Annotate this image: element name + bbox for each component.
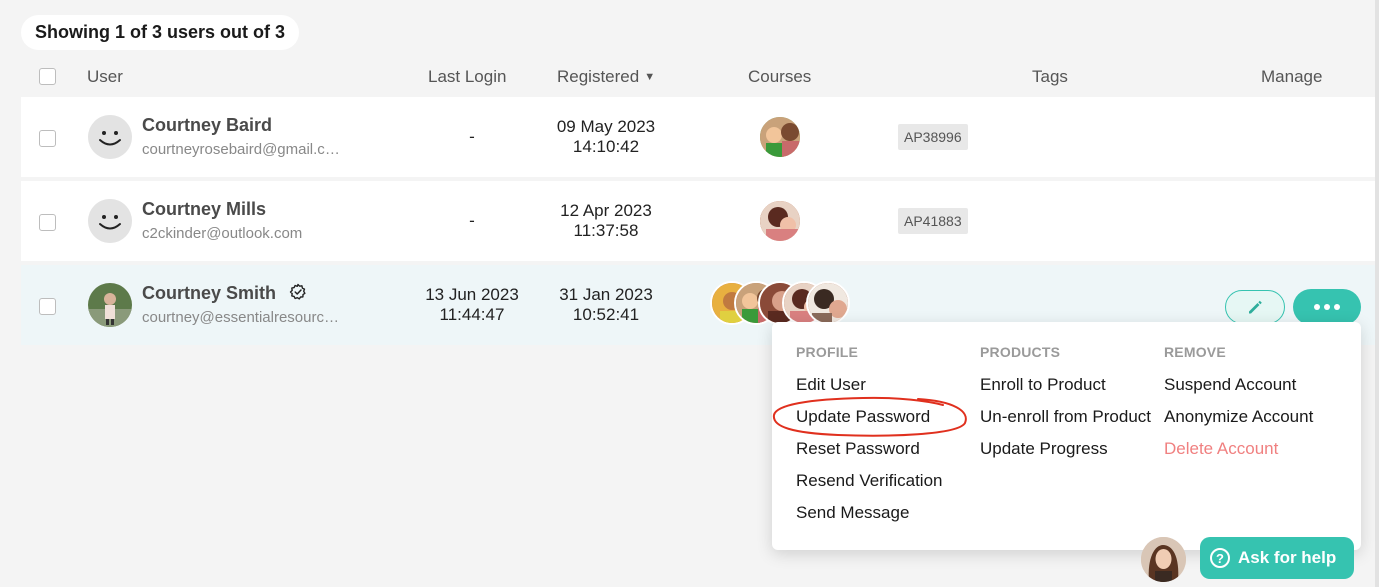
last-login-date-text: 13 Jun 2023 bbox=[425, 285, 519, 304]
table-header: User Last Login Registered ▼ Courses Tags… bbox=[21, 58, 1375, 96]
last-login: 13 Jun 2023 11:44:47 bbox=[412, 285, 532, 325]
menu-item-resend-verification[interactable]: Resend Verification bbox=[796, 470, 942, 502]
select-all-checkbox[interactable] bbox=[39, 68, 56, 85]
smiley-avatar bbox=[88, 115, 132, 159]
users-page: Showing 1 of 3 users out of 3 User Last … bbox=[0, 0, 1379, 587]
menu-item-send-message[interactable]: Send Message bbox=[796, 502, 942, 534]
menu-section-products: PRODUCTS Enroll to Product Un-enroll fro… bbox=[980, 344, 1151, 470]
more-dots-icon bbox=[1314, 304, 1320, 310]
menu-item-anonymize[interactable]: Anonymize Account bbox=[1164, 406, 1313, 438]
last-login: - bbox=[469, 211, 475, 230]
registered-time-text: 14:10:42 bbox=[572, 137, 640, 156]
menu-heading-remove: REMOVE bbox=[1164, 344, 1226, 360]
table-row[interactable]: Courtney Mills c2ckinder@outlook.com - 1… bbox=[21, 181, 1375, 261]
scroll-edge bbox=[1375, 0, 1379, 587]
registered-date-text: 09 May 2023 bbox=[556, 117, 656, 136]
column-user: User bbox=[87, 67, 123, 86]
registered-time-text: 11:37:58 bbox=[573, 221, 639, 240]
column-manage: Manage bbox=[1261, 67, 1323, 86]
user-tag: AP41883 bbox=[898, 208, 968, 234]
row-checkbox[interactable] bbox=[39, 130, 56, 147]
support-agent-avatar[interactable] bbox=[1141, 537, 1186, 582]
user-email: c2ckinder@outlook.com bbox=[142, 225, 303, 242]
registered-date-text: 12 Apr 2023 bbox=[560, 201, 652, 220]
user-email: courtney@essentialresources.com bbox=[142, 309, 342, 326]
user-name[interactable]: Courtney Smith bbox=[142, 283, 307, 304]
gear-badge-icon bbox=[289, 283, 306, 300]
pencil-icon bbox=[1249, 300, 1262, 314]
menu-section-profile: PROFILE Edit User Update Password Reset … bbox=[796, 344, 942, 534]
user-email: courtneyrosebaird@gmail.com bbox=[142, 141, 342, 158]
column-courses: Courses bbox=[748, 67, 812, 86]
user-name[interactable]: Courtney Baird bbox=[142, 115, 272, 136]
sort-desc-icon: ▼ bbox=[644, 71, 656, 83]
more-dots-icon bbox=[1324, 304, 1330, 310]
menu-item-reset-password[interactable]: Reset Password bbox=[796, 438, 942, 470]
column-registered-label: Registered bbox=[557, 67, 640, 86]
more-dots-icon bbox=[1334, 304, 1340, 310]
menu-heading-products: PRODUCTS bbox=[980, 344, 1061, 360]
menu-item-update-password[interactable]: Update Password bbox=[796, 406, 942, 438]
row-checkbox[interactable] bbox=[39, 298, 56, 315]
registered-date-text: 31 Jan 2023 bbox=[559, 285, 653, 304]
menu-item-enroll[interactable]: Enroll to Product bbox=[980, 374, 1151, 406]
registered-date: 09 May 2023 14:10:42 bbox=[546, 117, 666, 157]
photo-avatar bbox=[88, 283, 132, 327]
user-name-text: Courtney Smith bbox=[142, 283, 277, 303]
menu-heading-profile: PROFILE bbox=[796, 344, 859, 360]
question-circle-icon: ? bbox=[1210, 548, 1230, 568]
results-summary: Showing 1 of 3 users out of 3 bbox=[21, 15, 300, 50]
ask-for-help-label: Ask for help bbox=[1238, 548, 1337, 567]
registered-date: 31 Jan 2023 10:52:41 bbox=[546, 285, 666, 325]
menu-item-edit-user[interactable]: Edit User bbox=[796, 374, 942, 406]
row-checkbox[interactable] bbox=[39, 214, 56, 231]
last-login-time-text: 11:44:47 bbox=[439, 305, 505, 324]
menu-item-unenroll[interactable]: Un-enroll from Product bbox=[980, 406, 1151, 438]
actions-dropdown: PROFILE Edit User Update Password Reset … bbox=[772, 322, 1361, 550]
course-thumbnail[interactable] bbox=[806, 281, 850, 325]
column-tags: Tags bbox=[1032, 67, 1068, 86]
menu-item-update-progress[interactable]: Update Progress bbox=[980, 438, 1151, 470]
table-row[interactable]: Courtney Baird courtneyrosebaird@gmail.c… bbox=[21, 97, 1375, 177]
user-name[interactable]: Courtney Mills bbox=[142, 199, 266, 220]
course-thumbnail[interactable] bbox=[758, 115, 802, 159]
more-actions-button[interactable] bbox=[1293, 289, 1361, 325]
course-thumbnail[interactable] bbox=[758, 199, 802, 243]
menu-item-delete-account[interactable]: Delete Account bbox=[1164, 438, 1313, 470]
menu-section-remove: REMOVE Suspend Account Anonymize Account… bbox=[1164, 344, 1313, 470]
registered-time-text: 10:52:41 bbox=[572, 305, 640, 324]
ask-for-help-button[interactable]: ? Ask for help bbox=[1200, 537, 1354, 579]
registered-date: 12 Apr 2023 11:37:58 bbox=[546, 201, 666, 241]
edit-user-button[interactable] bbox=[1225, 290, 1285, 324]
user-tag: AP38996 bbox=[898, 124, 968, 150]
column-registered[interactable]: Registered ▼ bbox=[557, 58, 655, 96]
smiley-avatar bbox=[88, 199, 132, 243]
column-last-login[interactable]: Last Login bbox=[428, 58, 506, 96]
last-login: - bbox=[469, 127, 475, 146]
menu-item-suspend[interactable]: Suspend Account bbox=[1164, 374, 1313, 406]
